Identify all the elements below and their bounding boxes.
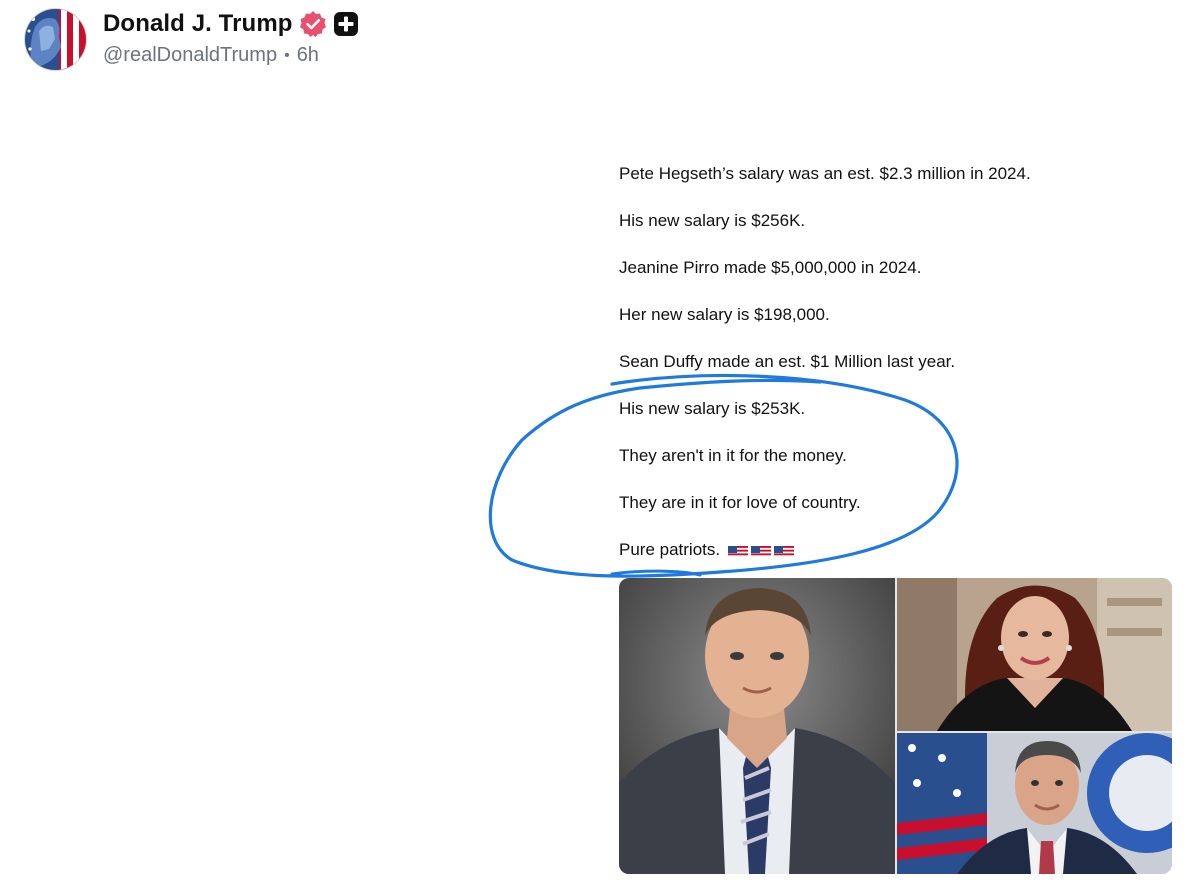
text-line-with-flags: Pure patriots.: [619, 540, 797, 562]
us-flag-icon: [728, 544, 749, 557]
us-flag-icon: [751, 544, 772, 557]
author-row: Donald J. Trump: [103, 10, 359, 38]
man-in-suit-photo[interactable]: [619, 578, 895, 874]
text-line: His new salary is $256K.: [619, 211, 806, 230]
woman-portrait-photo[interactable]: [897, 578, 1172, 731]
author-handle[interactable]: @realDonaldTrump: [103, 44, 277, 67]
text-line: Pete Hegseth’s salary was an est. $2.3 m…: [619, 164, 1031, 183]
plus-badge-icon: [333, 11, 359, 37]
avatar-image: [25, 9, 86, 70]
man-with-flag-photo[interactable]: [897, 733, 1172, 874]
text-line: Pure patriots.: [619, 540, 721, 559]
author-name[interactable]: Donald J. Trump: [103, 10, 293, 38]
photo-grid[interactable]: [619, 578, 1172, 874]
meta-separator: •: [284, 46, 290, 64]
author-meta: @realDonaldTrump • 6h: [103, 44, 319, 67]
text-line: They aren't in it for the money.: [619, 446, 847, 465]
post-timestamp[interactable]: 6h: [297, 44, 319, 67]
text-line: Jeanine Pirro made $5,000,000 in 2024.: [619, 258, 922, 277]
us-flag-icon: [774, 544, 795, 557]
text-line: Sean Duffy made an est. $1 Million last …: [619, 352, 956, 371]
text-line: Her new salary is $198,000.: [619, 305, 830, 324]
text-line: They are in it for love of country.: [619, 493, 861, 512]
text-line: His new salary is $253K.: [619, 399, 806, 418]
verified-badge-icon: [299, 10, 327, 38]
avatar[interactable]: [24, 8, 87, 71]
flag-emoji-group: [728, 542, 797, 562]
